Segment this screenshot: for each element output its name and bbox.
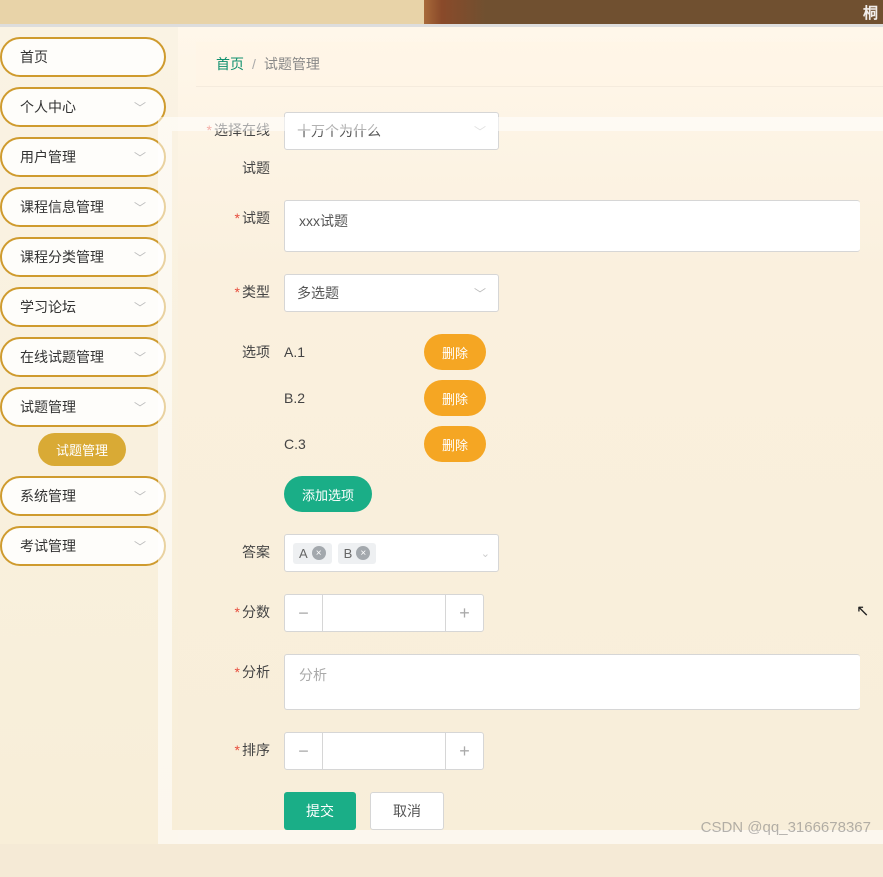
- chevron-down-icon: ﹀: [134, 199, 146, 216]
- question-input[interactable]: xxx试题: [284, 200, 860, 252]
- dropdown-icon: ⌄: [481, 547, 490, 560]
- sidebar: 首页 个人中心 ﹀ 用户管理 ﹀ 课程信息管理 ﹀ 课程分类管理 ﹀ 学习论坛 …: [0, 27, 178, 844]
- chevron-down-icon: ﹀: [134, 149, 146, 166]
- chevron-down-icon: ﹀: [134, 399, 146, 416]
- nav-label: 在线试题管理: [20, 347, 104, 367]
- nav-study-forum[interactable]: 学习论坛 ﹀: [0, 287, 166, 327]
- answer-tag: A ×: [293, 543, 332, 564]
- nav-label: 个人中心: [20, 97, 76, 117]
- sort-input[interactable]: [323, 733, 445, 769]
- option-text[interactable]: C.3: [284, 436, 424, 452]
- nav-user-mgmt[interactable]: 用户管理 ﹀: [0, 137, 166, 177]
- answer-multiselect[interactable]: A × B × ⌄: [284, 534, 499, 572]
- required-mark: *: [235, 284, 240, 300]
- chevron-down-icon: ﹀: [474, 285, 486, 302]
- label-score: *分数: [198, 594, 270, 622]
- option-row: B.2 删除: [284, 380, 486, 416]
- score-input[interactable]: [323, 595, 445, 631]
- option-row: C.3 删除: [284, 426, 486, 462]
- top-banner: 桐: [0, 0, 883, 27]
- nav-question-mgmt[interactable]: 试题管理 ﹀: [0, 387, 166, 427]
- plus-icon[interactable]: +: [445, 733, 483, 769]
- nav-personal-center[interactable]: 个人中心 ﹀: [0, 87, 166, 127]
- select-type[interactable]: 多选题 ﹀: [284, 274, 499, 312]
- plus-icon[interactable]: +: [445, 595, 483, 631]
- nav-label: 用户管理: [20, 147, 76, 167]
- minus-icon[interactable]: −: [285, 733, 323, 769]
- nav-system-mgmt[interactable]: 系统管理 ﹀: [0, 476, 166, 516]
- main-content: 首页 / 试题管理 *选择在线 试题 十万个为什么 ﹀ *试题: [178, 27, 883, 844]
- nav-label: 课程信息管理: [20, 197, 104, 217]
- cancel-button[interactable]: 取消: [370, 792, 444, 830]
- option-text[interactable]: A.1: [284, 344, 424, 360]
- label-question: *试题: [198, 200, 270, 228]
- banner-text: 桐: [863, 2, 878, 23]
- label-answer: 答案: [198, 534, 270, 562]
- chevron-down-icon: ﹀: [134, 349, 146, 366]
- nav-label: 首页: [20, 47, 48, 67]
- required-mark: *: [235, 742, 240, 758]
- watermark: CSDN @qq_3166678367: [701, 819, 871, 836]
- chevron-down-icon: ﹀: [474, 123, 486, 140]
- label-select-online: *选择在线 试题: [198, 112, 270, 178]
- score-stepper[interactable]: − +: [284, 594, 484, 632]
- label-analysis: *分析: [198, 654, 270, 682]
- nav-online-question-mgmt[interactable]: 在线试题管理 ﹀: [0, 337, 166, 377]
- breadcrumb-sep: /: [252, 56, 256, 72]
- option-row: A.1 删除: [284, 334, 486, 370]
- breadcrumb-current: 试题管理: [264, 54, 320, 74]
- nav-label: 考试管理: [20, 536, 76, 556]
- remove-tag-icon[interactable]: ×: [356, 546, 370, 560]
- breadcrumb: 首页 / 试题管理: [196, 42, 883, 87]
- chevron-down-icon: ﹀: [134, 488, 146, 505]
- chevron-down-icon: ﹀: [134, 538, 146, 555]
- nav-label: 试题管理: [20, 397, 76, 417]
- label-options: 选项: [198, 334, 270, 362]
- answer-tag: B ×: [338, 543, 377, 564]
- sort-stepper[interactable]: − +: [284, 732, 484, 770]
- label-type: *类型: [198, 274, 270, 302]
- select-online-question[interactable]: 十万个为什么 ﹀: [284, 112, 499, 150]
- delete-option-button[interactable]: 删除: [424, 426, 486, 462]
- chevron-down-icon: ﹀: [134, 299, 146, 316]
- nav-submenu: 试题管理: [38, 433, 166, 466]
- nav-label: 学习论坛: [20, 297, 76, 317]
- nav-sub-question-mgmt[interactable]: 试题管理: [38, 433, 126, 466]
- required-mark: *: [235, 664, 240, 680]
- chevron-down-icon: ﹀: [134, 249, 146, 266]
- add-option-button[interactable]: 添加选项: [284, 476, 372, 512]
- delete-option-button[interactable]: 删除: [424, 380, 486, 416]
- nav-course-category-mgmt[interactable]: 课程分类管理 ﹀: [0, 237, 166, 277]
- chevron-down-icon: ﹀: [134, 99, 146, 116]
- required-mark: *: [235, 210, 240, 226]
- remove-tag-icon[interactable]: ×: [312, 546, 326, 560]
- nav-label: 系统管理: [20, 486, 76, 506]
- required-mark: *: [207, 122, 212, 138]
- delete-option-button[interactable]: 删除: [424, 334, 486, 370]
- nav-label: 课程分类管理: [20, 247, 104, 267]
- select-value: 多选题: [297, 283, 339, 303]
- required-mark: *: [235, 604, 240, 620]
- label-sort: *排序: [198, 732, 270, 760]
- nav-course-info-mgmt[interactable]: 课程信息管理 ﹀: [0, 187, 166, 227]
- breadcrumb-home[interactable]: 首页: [216, 54, 244, 74]
- option-text[interactable]: B.2: [284, 390, 424, 406]
- question-form: *选择在线 试题 十万个为什么 ﹀ *试题 xxx试题: [178, 87, 883, 877]
- submit-button[interactable]: 提交: [284, 792, 356, 830]
- analysis-input[interactable]: 分析: [284, 654, 860, 710]
- select-value: 十万个为什么: [297, 121, 381, 141]
- nav-home[interactable]: 首页: [0, 37, 166, 77]
- nav-exam-mgmt[interactable]: 考试管理 ﹀: [0, 526, 166, 566]
- minus-icon[interactable]: −: [285, 595, 323, 631]
